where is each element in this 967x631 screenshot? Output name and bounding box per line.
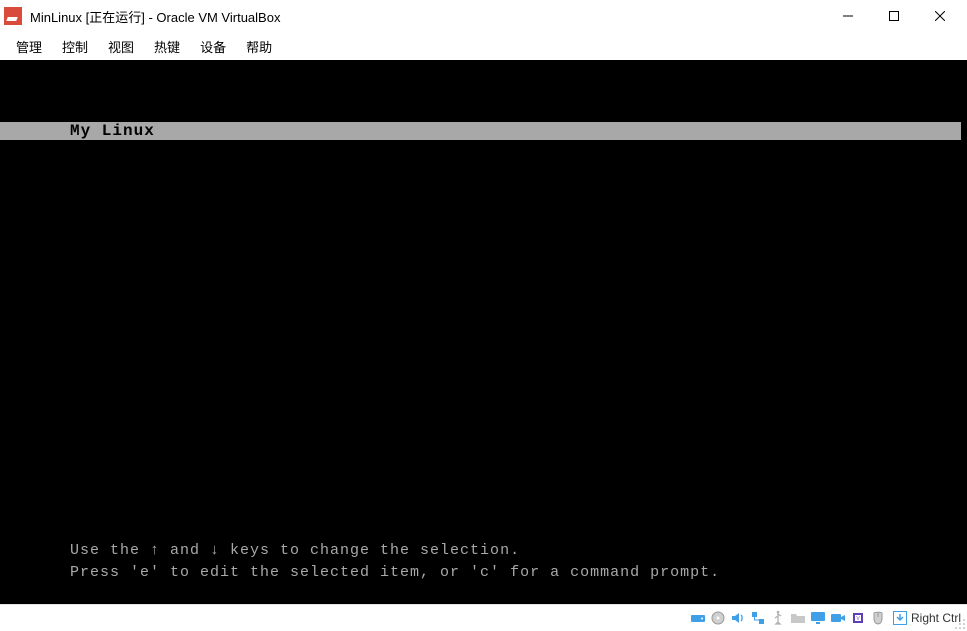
close-button[interactable] xyxy=(917,1,963,31)
display-icon[interactable] xyxy=(809,609,827,627)
menu-machine[interactable]: 控制 xyxy=(52,34,98,59)
window-controls xyxy=(825,1,963,31)
shared-folder-icon[interactable] xyxy=(789,609,807,627)
hostkey-indicator[interactable]: Right Ctrl xyxy=(893,611,961,625)
menu-input[interactable]: 热键 xyxy=(144,34,190,59)
minimize-button[interactable] xyxy=(825,1,871,31)
recording-icon[interactable] xyxy=(829,609,847,627)
menu-devices[interactable]: 设备 xyxy=(190,34,236,59)
window-title: MinLinux [正在运行] - Oracle VM VirtualBox xyxy=(30,7,825,26)
grub-selected-entry[interactable]: My Linux xyxy=(0,122,961,140)
network-icon[interactable] xyxy=(749,609,767,627)
menu-manage[interactable]: 管理 xyxy=(6,34,52,59)
menu-view[interactable]: 视图 xyxy=(98,34,144,59)
audio-icon[interactable] xyxy=(729,609,747,627)
cpu-icon[interactable]: V xyxy=(849,609,867,627)
grub-hint-line2: Press 'e' to edit the selected item, or … xyxy=(70,564,720,581)
virtualbox-app-icon xyxy=(4,7,22,25)
vm-statusbar: V Right Ctrl xyxy=(0,604,967,631)
grub-hint-text: Use the ↑ and ↓ keys to change the selec… xyxy=(70,540,937,584)
hdd-icon[interactable] xyxy=(689,609,707,627)
menu-help[interactable]: 帮助 xyxy=(236,34,282,59)
arrow-down-icon xyxy=(893,611,907,625)
window-titlebar: MinLinux [正在运行] - Oracle VM VirtualBox xyxy=(0,0,967,32)
optical-icon[interactable] xyxy=(709,609,727,627)
menubar: 管理 控制 视图 热键 设备 帮助 xyxy=(0,32,967,60)
maximize-button[interactable] xyxy=(871,1,917,31)
vm-display[interactable]: My Linux Use the ↑ and ↓ keys to change … xyxy=(0,60,967,604)
grub-hint-line1: Use the ↑ and ↓ keys to change the selec… xyxy=(70,542,520,559)
resize-grip-icon[interactable] xyxy=(954,618,966,630)
mouse-integration-icon[interactable] xyxy=(869,609,887,627)
usb-icon[interactable] xyxy=(769,609,787,627)
